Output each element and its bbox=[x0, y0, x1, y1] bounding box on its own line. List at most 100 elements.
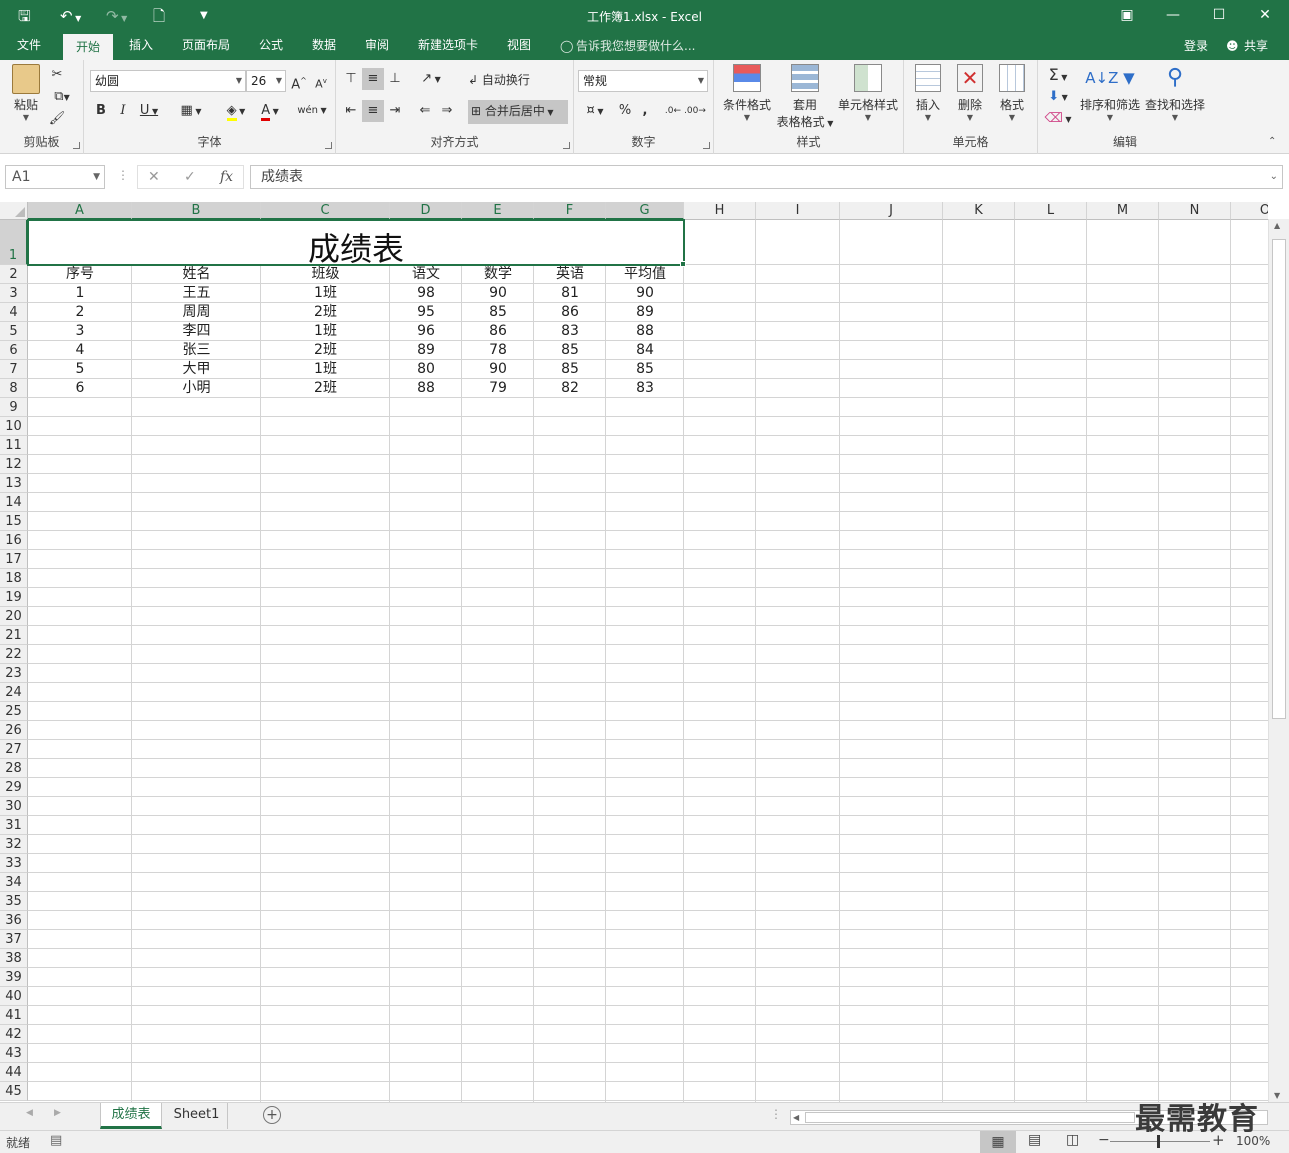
tab-insert[interactable]: 插入 bbox=[118, 32, 164, 60]
table-cell[interactable]: 84 bbox=[606, 341, 684, 360]
row-header-43[interactable]: 43 bbox=[0, 1044, 28, 1063]
table-cell[interactable]: 4 bbox=[28, 341, 132, 360]
fill-color-icon[interactable]: ◈ ▼ bbox=[220, 100, 252, 122]
table-cell[interactable]: 95 bbox=[390, 303, 462, 322]
increase-decimal-icon[interactable]: .0← bbox=[662, 100, 684, 122]
column-header-k[interactable]: K bbox=[943, 202, 1015, 220]
table-cell[interactable]: 90 bbox=[462, 360, 534, 379]
row-header-19[interactable]: 19 bbox=[0, 588, 28, 607]
column-header-g[interactable]: G bbox=[606, 202, 684, 220]
table-cell[interactable]: 86 bbox=[462, 322, 534, 341]
tab-data[interactable]: 数据 bbox=[301, 32, 347, 60]
row-header-34[interactable]: 34 bbox=[0, 873, 28, 892]
wrap-text-button[interactable]: ↲ 自动换行 bbox=[468, 70, 544, 90]
row-header-10[interactable]: 10 bbox=[0, 417, 28, 436]
row-header-40[interactable]: 40 bbox=[0, 987, 28, 1006]
grow-font-icon[interactable]: A^ bbox=[288, 70, 310, 92]
collapse-ribbon-icon[interactable]: ⌃ bbox=[1268, 136, 1276, 147]
decrease-indent-icon[interactable]: ⇐ bbox=[414, 100, 436, 122]
row-header-8[interactable]: 8 bbox=[0, 379, 28, 398]
table-cell[interactable]: 85 bbox=[606, 360, 684, 379]
row-header-3[interactable]: 3 bbox=[0, 284, 28, 303]
ribbon-display-icon[interactable]: ▣ bbox=[1112, 4, 1142, 26]
phonetic-icon[interactable]: wén ▼ bbox=[296, 100, 328, 122]
sheet-tab-sheet1[interactable]: Sheet1 bbox=[166, 1103, 228, 1129]
page-break-view-icon[interactable]: ◫ bbox=[1066, 1132, 1079, 1148]
drag-handle-icon[interactable]: ⋮ bbox=[117, 168, 129, 182]
align-top-icon[interactable]: ⊤ bbox=[340, 68, 362, 90]
copy-icon[interactable]: ⧉▼ bbox=[46, 86, 78, 108]
tab-review[interactable]: 审阅 bbox=[354, 32, 400, 60]
scroll-up-icon[interactable]: ▲ bbox=[1274, 221, 1280, 230]
insert-function-icon[interactable]: fx bbox=[220, 166, 233, 188]
table-cell[interactable]: 小明 bbox=[132, 379, 261, 398]
header-cell[interactable]: 数学 bbox=[462, 265, 534, 284]
row-header-44[interactable]: 44 bbox=[0, 1063, 28, 1082]
tab-home[interactable]: 开始 bbox=[63, 34, 113, 60]
table-cell[interactable]: 82 bbox=[534, 379, 606, 398]
row-header-36[interactable]: 36 bbox=[0, 911, 28, 930]
cell-styles-button[interactable]: 单元格样式 ▼ bbox=[836, 64, 900, 122]
delete-cells-button[interactable]: ✕ 删除 ▼ bbox=[950, 64, 990, 122]
share-icon[interactable]: ☻ bbox=[1226, 36, 1239, 56]
font-launcher-icon[interactable] bbox=[325, 142, 332, 149]
table-cell[interactable]: 85 bbox=[462, 303, 534, 322]
align-left-icon[interactable]: ⇤ bbox=[340, 100, 362, 122]
row-header-4[interactable]: 4 bbox=[0, 303, 28, 322]
table-cell[interactable]: 89 bbox=[606, 303, 684, 322]
tell-me-box[interactable]: 告诉我您想要做什么... bbox=[576, 36, 695, 56]
comma-icon[interactable]: , bbox=[634, 100, 656, 122]
column-header-d[interactable]: D bbox=[390, 202, 462, 220]
merge-center-button[interactable]: ⊞ 合并后居中 ▼ bbox=[468, 100, 568, 124]
number-format-combo[interactable]: 常规 ▼ bbox=[578, 70, 708, 92]
add-sheet-icon[interactable]: + bbox=[263, 1106, 281, 1124]
column-header-e[interactable]: E bbox=[462, 202, 534, 220]
share-button[interactable]: 共享 bbox=[1244, 36, 1268, 56]
table-cell[interactable]: 85 bbox=[534, 360, 606, 379]
sort-filter-button[interactable]: A↓Z ▼ 排序和筛选 ▼ bbox=[1078, 64, 1142, 122]
table-cell[interactable]: 88 bbox=[390, 379, 462, 398]
header-cell[interactable]: 语文 bbox=[390, 265, 462, 284]
tab-page-layout[interactable]: 页面布局 bbox=[172, 32, 240, 60]
row-header-39[interactable]: 39 bbox=[0, 968, 28, 987]
header-cell[interactable]: 英语 bbox=[534, 265, 606, 284]
font-size-combo[interactable]: 26 ▼ bbox=[246, 70, 286, 92]
table-cell[interactable]: 86 bbox=[534, 303, 606, 322]
row-header-45[interactable]: 45 bbox=[0, 1082, 28, 1101]
name-box[interactable]: A1 ▼ bbox=[5, 165, 105, 189]
table-cell[interactable]: 2 bbox=[28, 303, 132, 322]
table-cell[interactable]: 1班 bbox=[261, 360, 390, 379]
row-header-28[interactable]: 28 bbox=[0, 759, 28, 778]
column-header-n[interactable]: N bbox=[1159, 202, 1231, 220]
column-header-o[interactable]: O bbox=[1231, 202, 1268, 220]
table-cell[interactable]: 81 bbox=[534, 284, 606, 303]
row-header-33[interactable]: 33 bbox=[0, 854, 28, 873]
table-cell[interactable]: 1班 bbox=[261, 284, 390, 303]
header-cell[interactable]: 班级 bbox=[261, 265, 390, 284]
row-header-21[interactable]: 21 bbox=[0, 626, 28, 645]
close-icon[interactable]: ✕ bbox=[1250, 4, 1280, 26]
conditional-format-button[interactable]: 条件格式 ▼ bbox=[718, 64, 776, 122]
format-cells-button[interactable]: 格式 ▼ bbox=[992, 64, 1032, 122]
shrink-font-icon[interactable]: Av bbox=[310, 70, 332, 92]
table-cell[interactable]: 90 bbox=[462, 284, 534, 303]
row-header-9[interactable]: 9 bbox=[0, 398, 28, 417]
table-cell[interactable]: 88 bbox=[606, 322, 684, 341]
tab-custom[interactable]: 新建选项卡 bbox=[408, 32, 488, 60]
scroll-left-icon[interactable]: ◀ bbox=[793, 1111, 799, 1124]
align-right-icon[interactable]: ⇥ bbox=[384, 100, 406, 122]
row-header-2[interactable]: 2 bbox=[0, 265, 28, 284]
paste-button[interactable]: 粘贴 ▼ bbox=[8, 64, 44, 122]
underline-icon[interactable]: U ▼ bbox=[134, 100, 164, 122]
row-header-15[interactable]: 15 bbox=[0, 512, 28, 531]
row-header-38[interactable]: 38 bbox=[0, 949, 28, 968]
table-cell[interactable]: 3 bbox=[28, 322, 132, 341]
row-header-42[interactable]: 42 bbox=[0, 1025, 28, 1044]
row-header-27[interactable]: 27 bbox=[0, 740, 28, 759]
table-cell[interactable]: 6 bbox=[28, 379, 132, 398]
row-header-32[interactable]: 32 bbox=[0, 835, 28, 854]
bold-icon[interactable]: B bbox=[90, 100, 112, 122]
percent-icon[interactable]: % bbox=[614, 100, 636, 122]
column-header-m[interactable]: M bbox=[1087, 202, 1159, 220]
table-cell[interactable]: 96 bbox=[390, 322, 462, 341]
